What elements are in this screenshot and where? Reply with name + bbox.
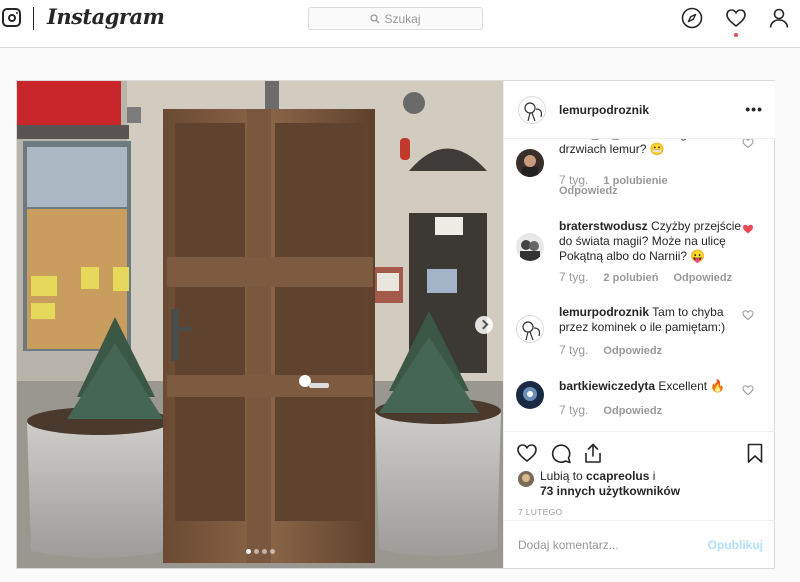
more-options-icon[interactable]: ••• (745, 101, 763, 117)
share-icon[interactable] (582, 442, 604, 464)
comment-time[interactable]: 7 tyg. (559, 343, 588, 357)
carousel-indicator (246, 549, 275, 554)
comment-bubble-icon[interactable] (550, 442, 572, 464)
add-comment-bar: Dodaj komentarz... Opublikuj (504, 520, 775, 568)
carousel-dot (254, 549, 259, 554)
liker-username[interactable]: ccapreolus (586, 469, 649, 483)
comment-username[interactable]: bartkiewiczedyta (559, 379, 655, 393)
publish-button[interactable]: Opublikuj (708, 538, 763, 552)
comment-username[interactable]: umier_de_bier (559, 139, 641, 141)
logo-divider (33, 7, 34, 30)
comment-like-icon[interactable] (742, 139, 754, 149)
comment-time[interactable]: 7 tyg. (559, 270, 588, 284)
comment-time[interactable]: 7 tyg. (559, 403, 588, 417)
comment-liked-icon[interactable] (742, 223, 754, 235)
post-photo[interactable] (17, 81, 503, 568)
comment-meta: 7 tyg. Odpowiedz (559, 343, 674, 357)
commenter-avatar[interactable] (516, 233, 544, 261)
add-comment-input[interactable]: Dodaj komentarz... (518, 538, 619, 552)
comment-meta: 7 tyg. Odpowiedz (559, 403, 674, 417)
comment-text: lemurpodroznik Tam to chyba przez komine… (559, 305, 726, 334)
likes-summary: Lubią to ccapreolus i 73 innych użytkown… (518, 469, 758, 499)
comment-username[interactable]: braterstwodusz (559, 219, 648, 233)
commenter-avatar[interactable] (516, 149, 544, 177)
carousel-next-button[interactable] (475, 316, 493, 334)
comment-text: braterstwodusz Czyżby przejście do świat… (559, 219, 742, 263)
comment-like-icon[interactable] (742, 309, 754, 321)
instagram-wordmark[interactable]: Instagram (47, 4, 165, 29)
author-avatar[interactable] (518, 96, 546, 124)
carousel-dot (270, 549, 275, 554)
comment-text: bartkiewiczedyta Excellent 🔥 (559, 379, 726, 393)
comment-username[interactable]: lemurpodroznik (559, 305, 649, 319)
post-date[interactable]: 7 LUTEGO (518, 507, 562, 517)
author-username[interactable]: lemurpodroznik (559, 103, 649, 117)
top-navigation: Instagram Szukaj (0, 0, 800, 48)
commenter-avatar[interactable] (516, 315, 544, 343)
post-card: lemurpodroznik ••• umier_de_bier Na drug… (16, 80, 775, 569)
comments-list: umier_de_bier Na drugich drzwiach lemur?… (504, 139, 775, 431)
reply-link[interactable]: Odpowiedz (559, 185, 618, 197)
carousel-dot (246, 549, 251, 554)
comment-meta: 7 tyg. 2 polubień Odpowiedz (559, 270, 744, 284)
search-input[interactable]: Szukaj (308, 7, 483, 30)
door-photo-illustration (17, 81, 503, 568)
liker-avatar[interactable] (518, 471, 534, 487)
comment-text: umier_de_bier Na drugich drzwiach lemur?… (559, 139, 744, 157)
comment-likes[interactable]: 2 polubień (603, 272, 658, 284)
search-placeholder: Szukaj (384, 11, 421, 26)
like-heart-icon[interactable] (516, 442, 538, 464)
explore-compass-icon[interactable] (681, 7, 703, 29)
carousel-dot (262, 549, 267, 554)
other-likers-link[interactable]: 73 innych użytkowników (540, 484, 680, 498)
reply-link[interactable]: Odpowiedz (673, 272, 732, 284)
reply-link[interactable]: Odpowiedz (603, 345, 662, 357)
post-sidebar: lemurpodroznik ••• umier_de_bier Na drug… (503, 81, 775, 568)
commenter-avatar[interactable] (516, 381, 544, 409)
search-icon (370, 13, 380, 23)
activity-heart-icon[interactable] (725, 7, 747, 29)
save-bookmark-icon[interactable] (744, 442, 766, 464)
post-actions: Lubią to ccapreolus i 73 innych użytkown… (504, 431, 775, 520)
comment-like-icon[interactable] (742, 384, 754, 396)
post-header: lemurpodroznik ••• (504, 81, 775, 139)
profile-icon[interactable] (768, 7, 790, 29)
notification-dot (734, 33, 738, 37)
instagram-camera-icon[interactable] (2, 8, 21, 27)
lemur-logo-icon (524, 102, 543, 122)
reply-link[interactable]: Odpowiedz (603, 405, 662, 417)
